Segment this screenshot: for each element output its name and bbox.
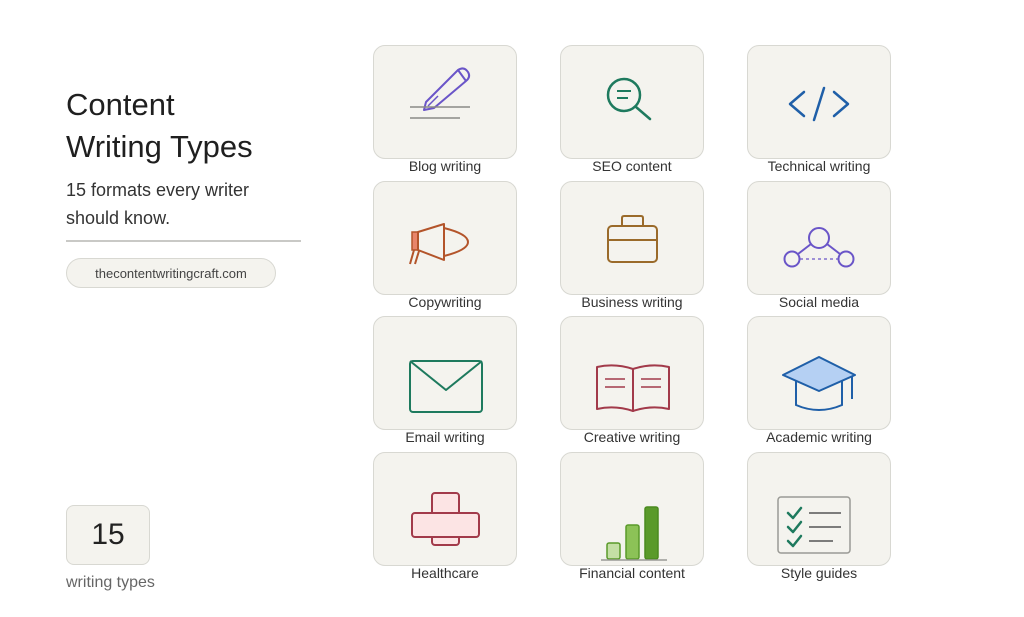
tile-seo-content[interactable] — [560, 45, 704, 159]
megaphone-icon — [409, 223, 470, 265]
bar-chart-icon — [601, 506, 667, 561]
tile-social-media[interactable] — [747, 181, 891, 295]
tile-label-style-guides: Style guides — [780, 565, 858, 581]
page-subtitle: 15 formats every writer should know. — [66, 176, 306, 232]
site-url: thecontentwritingcraft.com — [95, 265, 247, 281]
tile-blog-writing[interactable] — [373, 45, 517, 159]
graduation-cap-icon — [782, 356, 856, 411]
site-url-pill[interactable]: thecontentwritingcraft.com — [66, 258, 276, 288]
page-title: Content Writing Types — [66, 84, 326, 168]
title-line-2: Writing Types — [66, 129, 253, 164]
tile-label-financial-content: Financial content — [579, 565, 685, 581]
briefcase-icon — [607, 215, 658, 263]
tile-copywriting[interactable] — [373, 181, 517, 295]
subtitle-line-2: should know. — [66, 208, 171, 228]
tile-academic-writing[interactable] — [747, 316, 891, 430]
tile-label-academic-writing: Academic writing — [766, 429, 872, 445]
tile-business-writing[interactable] — [560, 181, 704, 295]
checklist-icon — [777, 496, 851, 554]
tile-label-seo-content: SEO content — [592, 158, 672, 174]
code-brackets-icon — [788, 86, 850, 122]
magnifier-icon — [606, 77, 652, 121]
count-box: 15 — [66, 505, 150, 565]
tile-financial-content[interactable] — [560, 452, 704, 566]
tile-label-business-writing: Business writing — [581, 294, 683, 310]
tile-technical-writing[interactable] — [747, 45, 891, 159]
network-nodes-icon — [783, 227, 855, 268]
tile-label-creative-writing: Creative writing — [583, 429, 681, 445]
medical-kit-icon — [411, 492, 480, 546]
envelope-icon — [409, 360, 483, 413]
count-label: writing types — [66, 574, 155, 591]
tile-label-social-media: Social media — [778, 294, 860, 310]
divider — [66, 240, 301, 242]
count-value: 15 — [91, 518, 125, 551]
tile-label-email-writing: Email writing — [405, 429, 485, 445]
tile-label-healthcare: Healthcare — [411, 565, 479, 581]
tile-label-copywriting: Copywriting — [408, 294, 482, 310]
tile-email-writing[interactable] — [373, 316, 517, 430]
pen-lines-icon — [410, 67, 471, 119]
title-line-1: Content — [66, 87, 175, 122]
tile-style-guides[interactable] — [747, 452, 891, 566]
tile-label-blog-writing: Blog writing — [408, 158, 482, 174]
tile-healthcare[interactable] — [373, 452, 517, 566]
tile-label-technical-writing: Technical writing — [767, 158, 871, 174]
subtitle-line-1: 15 formats every writer — [66, 180, 250, 200]
open-book-icon — [596, 364, 670, 412]
tile-creative-writing[interactable] — [560, 316, 704, 430]
